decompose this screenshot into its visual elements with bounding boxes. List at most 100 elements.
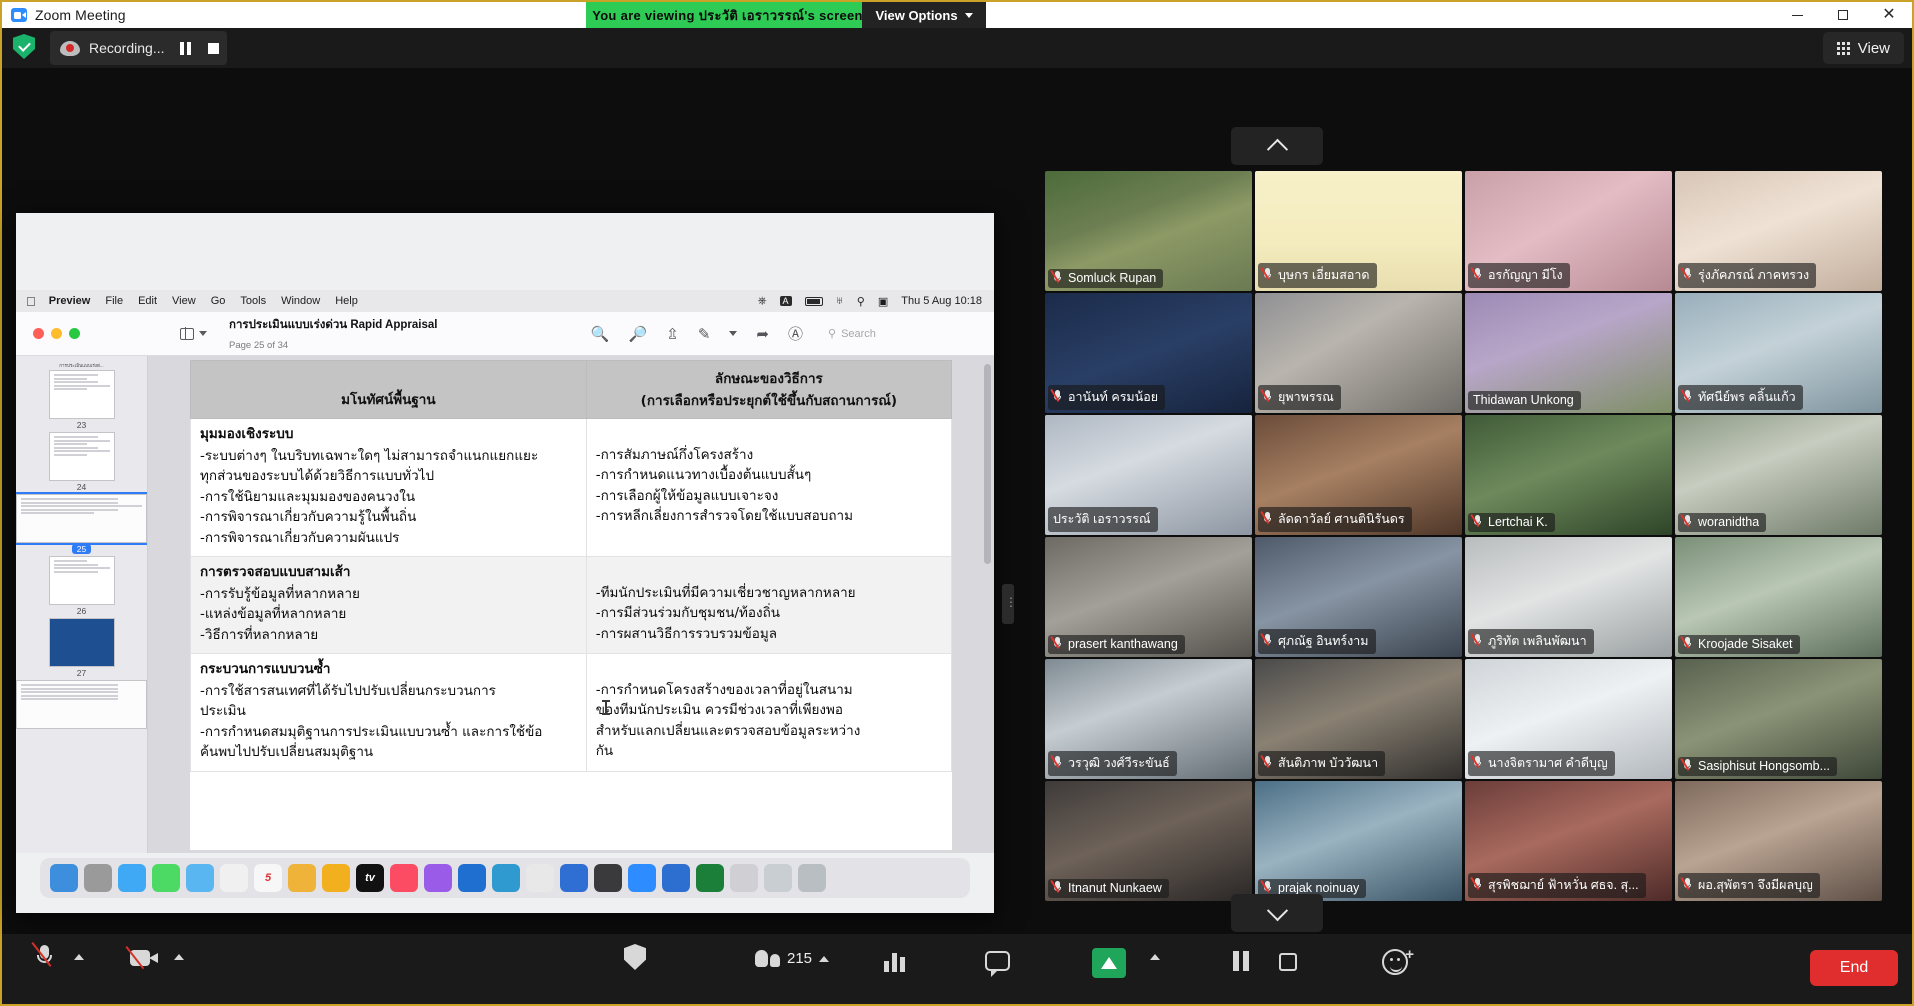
- appstore-icon[interactable]: [458, 864, 486, 892]
- participant-tile[interactable]: ประวัติ เอราวรรณ์: [1045, 415, 1252, 535]
- notes-icon[interactable]: [288, 864, 316, 892]
- zoom-dock-icon[interactable]: [628, 864, 656, 892]
- participant-tile[interactable]: อานันท์ ครมน้อย: [1045, 293, 1252, 413]
- share-panel-resize-handle[interactable]: [1002, 584, 1017, 624]
- music-icon[interactable]: [390, 864, 418, 892]
- participant-tile[interactable]: Lertchai K.: [1465, 415, 1672, 535]
- start-video-button[interactable]: [125, 946, 160, 970]
- thumbnail-item[interactable]: [16, 680, 147, 729]
- participant-tile[interactable]: Itnanut Nunkaew: [1045, 781, 1252, 901]
- chevron-down-icon[interactable]: [729, 331, 738, 336]
- video-options-button[interactable]: [174, 954, 184, 960]
- chat-button[interactable]: [985, 951, 1010, 977]
- thumbnail-item[interactable]: 24: [16, 432, 147, 492]
- page-thumbnail[interactable]: [48, 370, 115, 419]
- thumbnail-item[interactable]: 27: [16, 618, 147, 678]
- view-layout-button[interactable]: View: [1822, 32, 1904, 64]
- participant-tile[interactable]: ลัดดาวัลย์ ศานตินิรันดร: [1255, 415, 1462, 535]
- polls-button[interactable]: [884, 950, 905, 972]
- participant-tile[interactable]: วรวุฒิ วงศ์วีระขันธ์: [1045, 659, 1252, 779]
- pages-icon[interactable]: [526, 864, 554, 892]
- participant-tile[interactable]: prasert kanthawang: [1045, 537, 1252, 657]
- preview-dock-icon[interactable]: [662, 864, 690, 892]
- page-thumbnail[interactable]: [48, 432, 115, 481]
- rotate-icon[interactable]: ➦: [756, 325, 769, 343]
- participant-tile[interactable]: สุรพิชฌาย์ ฟ้าหวั่น ศธจ. สุ...: [1465, 781, 1672, 901]
- share-options-button[interactable]: [1150, 954, 1160, 960]
- stop-recording-toolbar-button[interactable]: [1279, 953, 1297, 971]
- menu-app-name[interactable]: Preview: [49, 295, 91, 307]
- menu-file[interactable]: File: [105, 295, 123, 307]
- menu-help[interactable]: Help: [335, 295, 358, 307]
- zoom-in-icon[interactable]: 🔎: [629, 325, 648, 343]
- trash-icon[interactable]: [798, 864, 826, 892]
- sidebar-toggle-button[interactable]: [180, 327, 207, 340]
- participant-tile[interactable]: นางจิตรามาศ คำดีบุญ: [1465, 659, 1672, 779]
- maps-icon[interactable]: [220, 864, 248, 892]
- participant-tile[interactable]: Kroojade Sisaket: [1675, 537, 1882, 657]
- menu-view[interactable]: View: [172, 295, 196, 307]
- share-icon[interactable]: ⇫: [666, 325, 679, 343]
- numbers-icon[interactable]: [492, 864, 520, 892]
- audio-options-button[interactable]: [74, 954, 84, 960]
- thumbnail-item[interactable]: 23: [16, 370, 147, 430]
- participant-tile[interactable]: ภูริทัต เพลินพัฒนา: [1465, 537, 1672, 657]
- participant-tile[interactable]: woranidtha: [1675, 415, 1882, 535]
- gallery-scroll-down-button[interactable]: [1231, 894, 1323, 932]
- mute-button[interactable]: [31, 942, 53, 970]
- markup-icon[interactable]: ✎: [698, 325, 711, 343]
- participant-tile[interactable]: สันติภาพ บัววัฒนา: [1255, 659, 1462, 779]
- keynote-icon[interactable]: [560, 864, 588, 892]
- participants-button[interactable]: 215: [755, 950, 830, 967]
- apple-logo-icon[interactable]: : [26, 294, 36, 309]
- preview-page-area[interactable]: มโนทัศน์พื้นฐาน ลักษณะของวิธีการ (การเลื…: [148, 356, 994, 853]
- pause-recording-toolbar-button[interactable]: [1230, 951, 1252, 971]
- thumbnail-item-selected[interactable]: 25: [16, 492, 147, 554]
- zoom-out-icon[interactable]: 🔍: [591, 325, 610, 343]
- reactions-button[interactable]: +: [1382, 946, 1414, 975]
- share-screen-button[interactable]: [1092, 948, 1126, 978]
- participant-tile[interactable]: ทัศนีย์พร คลิ้นแก้ว: [1675, 293, 1882, 413]
- menu-tools[interactable]: Tools: [240, 295, 266, 307]
- control-center-icon[interactable]: ⎈: [758, 295, 767, 308]
- launchpad-icon[interactable]: [84, 864, 112, 892]
- participant-tile[interactable]: อรกัญญา มีโง: [1465, 171, 1672, 291]
- page-thumbnail[interactable]: [48, 618, 115, 667]
- finder-icon[interactable]: [50, 864, 78, 892]
- documents-stack-icon[interactable]: [730, 864, 758, 892]
- page-thumbnail[interactable]: [16, 492, 147, 545]
- close-window-icon[interactable]: [33, 328, 44, 339]
- battery-icon[interactable]: [804, 296, 823, 306]
- mail-icon[interactable]: [186, 864, 214, 892]
- participant-tile[interactable]: ศุภณัฐ อินทร์งาม: [1255, 537, 1462, 657]
- thumbnail-item[interactable]: 26: [16, 556, 147, 616]
- participant-tile[interactable]: รุ่งภัคภรณ์ ภาคทรวง: [1675, 171, 1882, 291]
- page-thumbnail[interactable]: [48, 556, 115, 605]
- menu-window[interactable]: Window: [281, 295, 320, 307]
- participant-tile[interactable]: ยุพาพรรณ: [1255, 293, 1462, 413]
- participant-tile[interactable]: บุษกร เอี่ยมสอาด: [1255, 171, 1462, 291]
- participant-tile[interactable]: Sasiphisut Hongsomb...: [1675, 659, 1882, 779]
- mac-dock[interactable]: 5 tv: [40, 858, 970, 898]
- participant-tile[interactable]: ผอ.สุพัตรา จึงมีผลบุญ: [1675, 781, 1882, 901]
- minimize-window-icon[interactable]: [51, 328, 62, 339]
- participant-tile[interactable]: Thidawan Unkong: [1465, 293, 1672, 413]
- safari-icon[interactable]: [118, 864, 146, 892]
- gallery-scroll-up-button[interactable]: [1231, 127, 1323, 165]
- input-source-badge[interactable]: A: [779, 296, 792, 306]
- security-button[interactable]: [624, 944, 646, 970]
- preview-thumbnail-sidebar[interactable]: การประเมินแบบเร่งด่... 23 24 25 26 27: [16, 356, 148, 853]
- pause-recording-button[interactable]: [171, 31, 199, 65]
- downloads-stack-icon[interactable]: [764, 864, 792, 892]
- settings-icon[interactable]: [594, 864, 622, 892]
- page-scrollbar[interactable]: [984, 364, 991, 564]
- annotate-icon[interactable]: Ⓐ: [788, 323, 803, 344]
- menu-edit[interactable]: Edit: [138, 295, 157, 307]
- wifi-icon[interactable]: ♅: [836, 295, 844, 307]
- airplay-icon[interactable]: ▣: [878, 295, 888, 308]
- menu-go[interactable]: Go: [211, 295, 226, 307]
- spotlight-search-icon[interactable]: ⚲: [857, 295, 865, 308]
- maximize-button[interactable]: [1820, 2, 1866, 28]
- end-meeting-button[interactable]: End: [1810, 950, 1898, 986]
- participant-tile[interactable]: prajak noinuay: [1255, 781, 1462, 901]
